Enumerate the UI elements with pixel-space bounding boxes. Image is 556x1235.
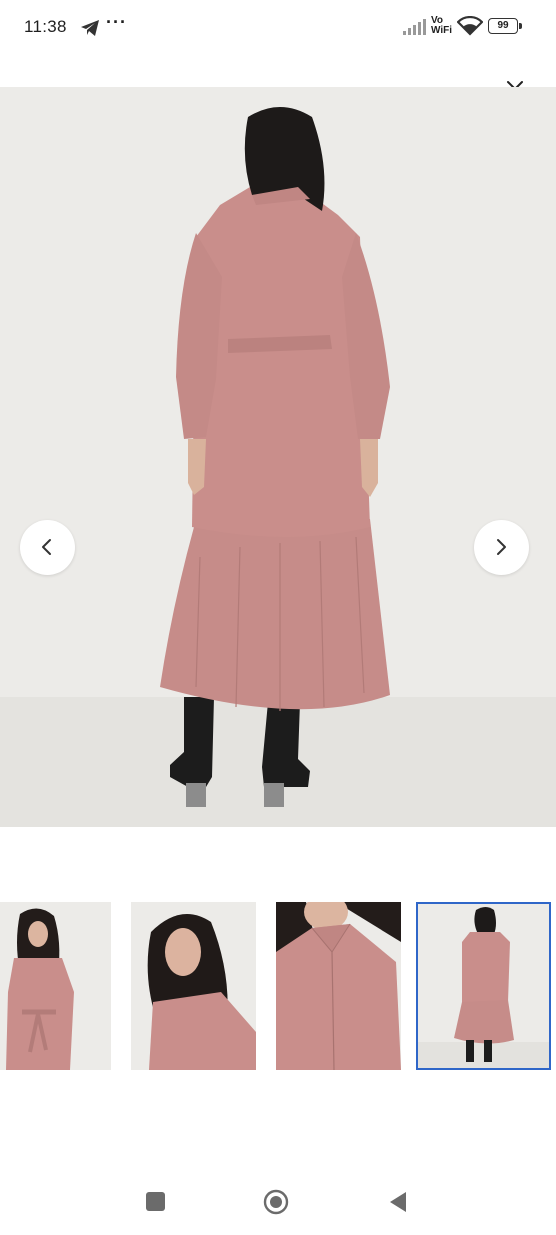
thumbnail-strip xyxy=(0,902,556,1072)
status-time: 11:38 xyxy=(24,17,67,36)
system-nav-bar xyxy=(0,1170,556,1235)
side-portrait-illustration xyxy=(131,902,256,1070)
chevron-left-icon xyxy=(42,539,51,555)
back-view-thumbnail-illustration xyxy=(416,902,551,1070)
thumbnail-side-portrait[interactable] xyxy=(131,902,256,1070)
recent-apps-icon[interactable] xyxy=(146,1192,165,1211)
chevron-right-icon xyxy=(497,539,506,555)
previous-image-button[interactable] xyxy=(20,520,75,575)
model-back-view-illustration xyxy=(0,87,556,827)
thumbnail-collar-closeup[interactable] xyxy=(276,902,401,1070)
telegram-icon xyxy=(81,20,99,36)
signal-icon xyxy=(403,19,426,35)
next-image-button[interactable] xyxy=(474,520,529,575)
wifi-icon xyxy=(457,16,483,36)
collar-closeup-illustration xyxy=(276,902,401,1070)
vowifi-indicator: Vo WiFi xyxy=(431,15,453,36)
status-bar: 11:38 ··· Vo WiFi 99 xyxy=(0,0,556,56)
battery-icon: 99 xyxy=(488,18,522,34)
more-notifications-icon: ··· xyxy=(106,12,127,32)
thumbnail-front-view[interactable] xyxy=(0,902,111,1070)
front-view-illustration xyxy=(0,902,111,1070)
thumbnail-back-view[interactable] xyxy=(416,902,551,1070)
main-product-image[interactable] xyxy=(0,87,556,827)
home-icon[interactable] xyxy=(263,1189,289,1215)
back-icon[interactable] xyxy=(388,1191,408,1213)
